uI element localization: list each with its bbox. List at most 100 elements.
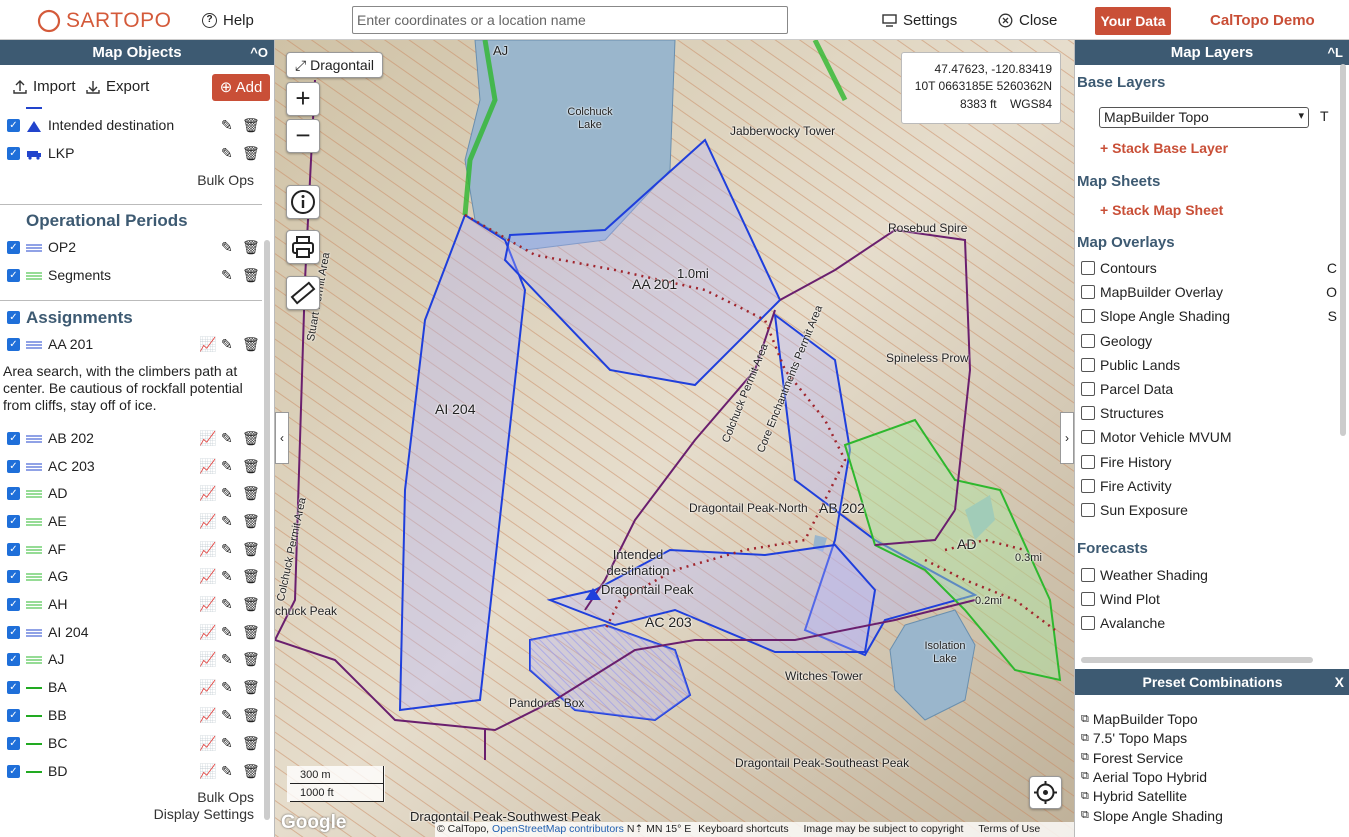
overlay-item[interactable]: Parcel Data [1081, 380, 1343, 400]
search-input[interactable] [352, 6, 788, 34]
stack-map-sheet-link[interactable]: + Stack Map Sheet [1100, 202, 1223, 218]
trash-icon[interactable]: 🗑 [242, 679, 260, 696]
edit-pencil-icon[interactable]: ✎ [221, 513, 233, 530]
preset-item[interactable]: ⧉ MapBuilder Topo [1081, 711, 1198, 727]
collapse-left-tab[interactable]: ‹ [275, 412, 289, 464]
trash-icon[interactable]: 🗑 [242, 239, 260, 256]
visibility-checkbox[interactable]: ✓ [7, 147, 20, 160]
edit-pencil-icon[interactable]: ✎ [221, 458, 233, 475]
forecast-checkbox[interactable] [1081, 616, 1095, 630]
trash-icon[interactable]: 🗑 [242, 430, 260, 447]
forecast-item[interactable]: Avalanche [1081, 614, 1343, 634]
elevation-profile-icon[interactable]: 📈 [199, 707, 216, 724]
visibility-checkbox[interactable]: ✓ [7, 487, 20, 500]
list-item-intended-destination[interactable]: ✓ Intended destination ✎ 🗑 [0, 114, 262, 138]
edit-pencil-icon[interactable]: ✎ [221, 763, 233, 780]
edit-pencil-icon[interactable]: ✎ [221, 568, 233, 585]
dragontail-bookmark-button[interactable]: ⤢ Dragontail [286, 52, 383, 78]
terms-of-use-link[interactable]: Terms of Use [978, 823, 1040, 835]
stack-base-layer-link[interactable]: + Stack Base Layer [1100, 140, 1228, 156]
forecast-item[interactable]: Wind Plot [1081, 590, 1343, 610]
trash-icon[interactable]: 🗑 [242, 568, 260, 585]
preset-item[interactable]: ⧉ 7.5' Topo Maps [1081, 730, 1187, 746]
assignment-row[interactable]: ✓ BC 📈 ✎ 🗑 [0, 732, 262, 756]
trash-icon[interactable]: 🗑 [242, 336, 260, 353]
assignment-row[interactable]: ✓ AD 📈 ✎ 🗑 [0, 482, 262, 506]
list-item-lkp[interactable]: ✓ LKP ✎ 🗑 [0, 142, 262, 166]
assignment-row[interactable]: ✓ AH 📈 ✎ 🗑 [0, 593, 262, 617]
forecast-item[interactable]: Weather Shading [1081, 566, 1343, 586]
edit-pencil-icon[interactable]: ✎ [221, 145, 233, 162]
assignment-row[interactable]: ✓ AI 204 📈 ✎ 🗑 [0, 621, 262, 645]
edit-pencil-icon[interactable]: ✎ [221, 239, 233, 256]
edit-pencil-icon[interactable]: ✎ [221, 485, 233, 502]
assignment-row[interactable]: ✓ AG 📈 ✎ 🗑 [0, 565, 262, 589]
overlay-checkbox[interactable] [1081, 430, 1095, 445]
overlay-checkbox[interactable] [1081, 454, 1095, 469]
forecast-checkbox[interactable] [1081, 592, 1095, 606]
elevation-profile-icon[interactable]: 📈 [199, 679, 216, 696]
trash-icon[interactable]: 🗑 [242, 596, 260, 613]
visibility-checkbox[interactable]: ✓ [7, 338, 20, 351]
edit-pencil-icon[interactable]: ✎ [221, 430, 233, 447]
zoom-in-button[interactable]: + [286, 82, 320, 116]
elevation-profile-icon[interactable]: 📈 [199, 541, 216, 558]
trash-icon[interactable]: 🗑 [242, 513, 260, 530]
bulk-ops-link[interactable]: Bulk Ops [197, 789, 254, 805]
sartopo-logo[interactable]: SARTOPO [36, 8, 171, 34]
overlay-checkbox[interactable] [1081, 503, 1095, 517]
visibility-checkbox[interactable]: ✓ [7, 570, 20, 583]
map-canvas[interactable]: AJ Colchuck Lake Jabberwocky Tower Rosebud … [275, 40, 1074, 837]
visibility-checkbox[interactable]: ✓ [7, 653, 20, 666]
collapse-left-button[interactable]: ^O [250, 40, 268, 65]
overlay-item[interactable]: MapBuilder Overlay O [1081, 283, 1343, 303]
visibility-checkbox[interactable]: ✓ [7, 681, 20, 694]
visibility-checkbox[interactable]: ✓ [7, 432, 20, 445]
overlay-item[interactable]: Fire Activity [1081, 477, 1343, 497]
assignment-row[interactable]: ✓ AA 201 📈 ✎ 🗑 [0, 333, 262, 357]
locate-me-button[interactable] [1029, 776, 1062, 809]
trash-icon[interactable]: 🗑 [242, 485, 260, 502]
trash-icon[interactable]: 🗑 [242, 541, 260, 558]
visibility-checkbox[interactable]: ✓ [7, 765, 20, 778]
overlay-checkbox[interactable] [1081, 478, 1095, 493]
visibility-checkbox[interactable]: ✓ [7, 515, 20, 528]
edit-pencil-icon[interactable]: ✎ [221, 596, 233, 613]
left-scrollbar[interactable] [264, 240, 270, 820]
overlay-item[interactable]: Geology [1081, 332, 1343, 352]
visibility-checkbox[interactable]: ✓ [7, 709, 20, 722]
assignment-row[interactable]: ✓ AE 📈 ✎ 🗑 [0, 510, 262, 534]
assignment-row[interactable]: ✓ BD 📈 ✎ 🗑 [0, 760, 262, 784]
overlay-checkbox[interactable] [1081, 333, 1095, 348]
preset-item[interactable]: ⧉ Slope Angle Shading [1081, 808, 1223, 824]
overlay-item[interactable]: Contours C [1081, 259, 1343, 279]
list-item-segments[interactable]: ✓ Segments ✎ 🗑 [0, 264, 262, 288]
elevation-profile-icon[interactable]: 📈 [199, 624, 216, 641]
visibility-checkbox[interactable]: ✓ [7, 311, 20, 324]
trash-icon[interactable]: 🗑 [242, 458, 260, 475]
trash-icon[interactable]: 🗑 [242, 117, 260, 134]
elevation-profile-icon[interactable]: 📈 [199, 513, 216, 530]
visibility-checkbox[interactable]: ✓ [7, 119, 20, 132]
info-button[interactable] [286, 185, 320, 219]
overlay-checkbox[interactable] [1081, 357, 1095, 372]
assignment-row[interactable]: ✓ BA 📈 ✎ 🗑 [0, 676, 262, 700]
overlay-checkbox[interactable] [1081, 406, 1095, 421]
preset-item[interactable]: ⧉ Forest Service [1081, 750, 1183, 766]
close-button[interactable]: Close [998, 12, 1057, 29]
export-button[interactable]: Export [85, 78, 149, 95]
elevation-profile-icon[interactable]: 📈 [199, 763, 216, 780]
overlay-item[interactable]: Fire History [1081, 453, 1343, 473]
keyboard-shortcuts-link[interactable]: Keyboard shortcuts [698, 823, 788, 835]
trash-icon[interactable]: 🗑 [242, 651, 260, 668]
trash-icon[interactable]: 🗑 [242, 267, 260, 284]
settings-button[interactable]: Settings [882, 12, 957, 29]
edit-pencil-icon[interactable]: ✎ [221, 735, 233, 752]
assignment-row[interactable]: ✓ AB 202 📈 ✎ 🗑 [0, 427, 262, 451]
measure-button[interactable] [286, 276, 320, 310]
import-button[interactable]: Import [12, 78, 76, 95]
trash-icon[interactable]: 🗑 [242, 707, 260, 724]
assignment-row[interactable]: ✓ BB 📈 ✎ 🗑 [0, 704, 262, 728]
assignment-row[interactable]: ✓ AC 203 📈 ✎ 🗑 [0, 455, 262, 479]
elevation-profile-icon[interactable]: 📈 [199, 735, 216, 752]
